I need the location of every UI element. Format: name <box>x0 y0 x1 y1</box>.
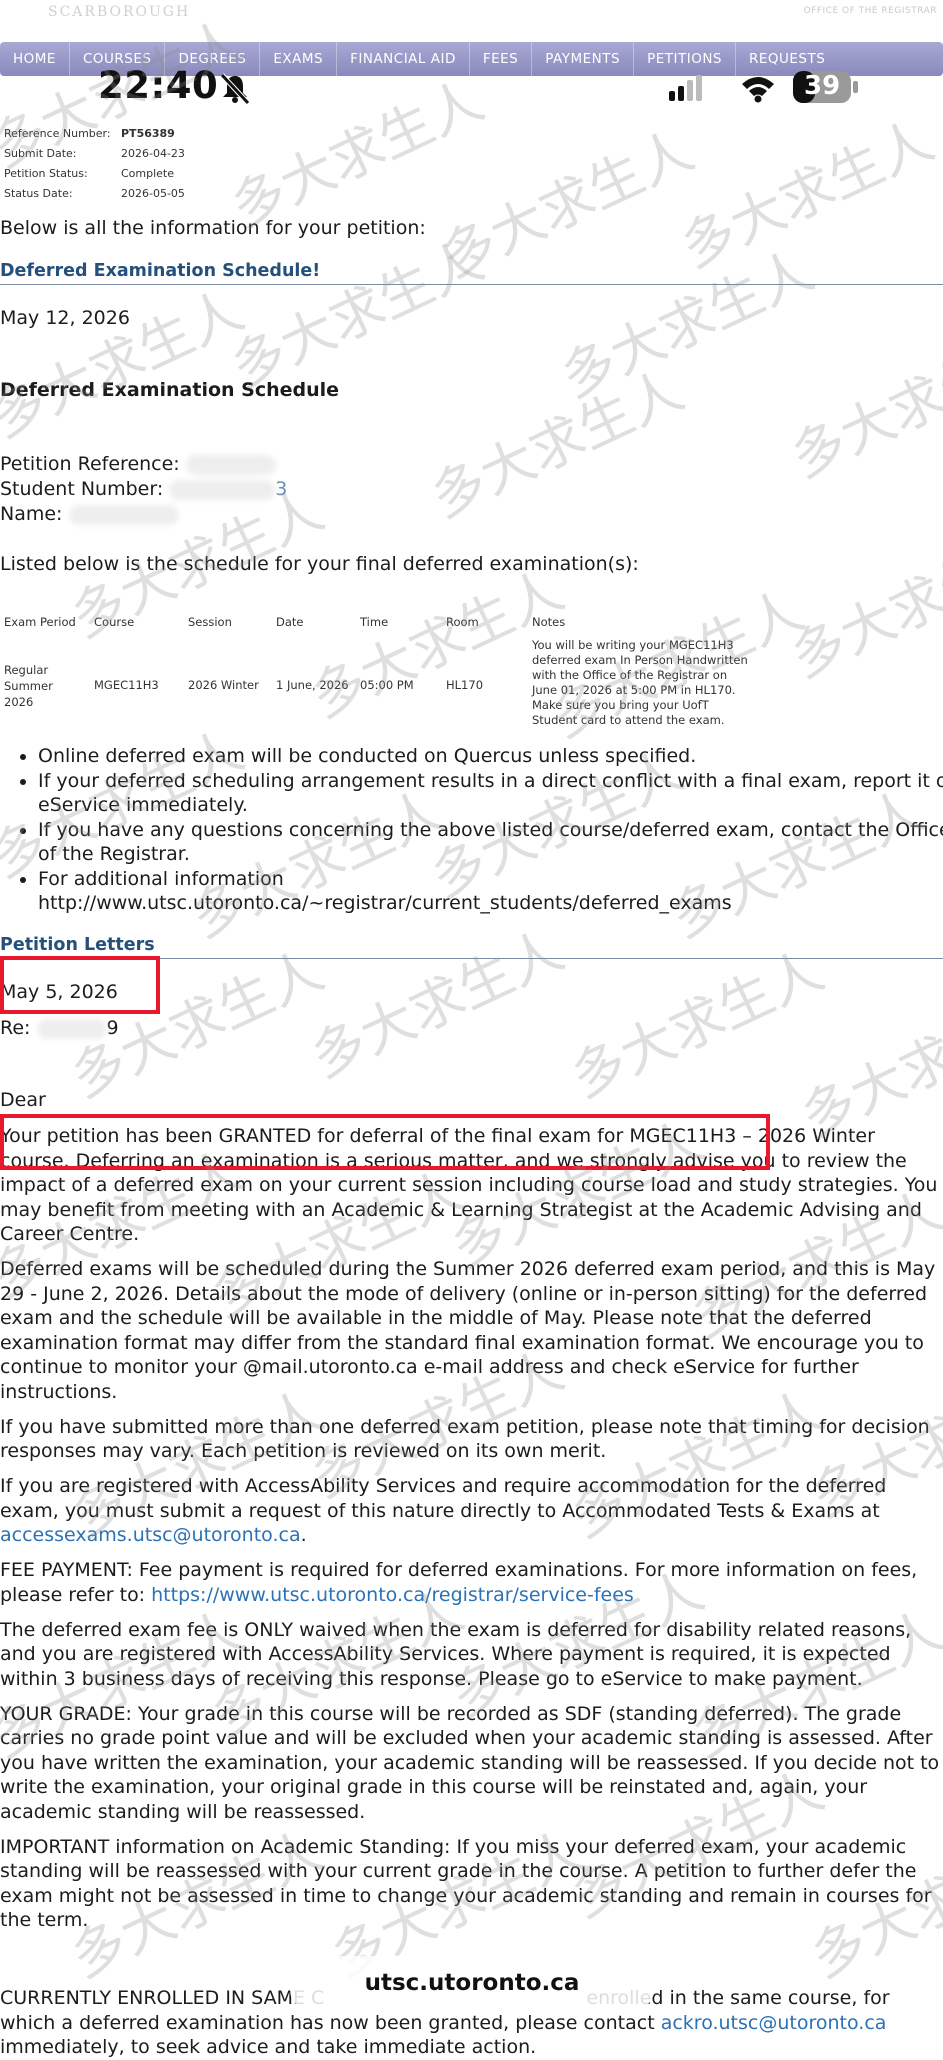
email-link[interactable]: accessexams.utsc@utoronto.ca <box>0 1524 301 1546</box>
paragraph-text: If you are registered with AccessAbility… <box>0 1475 887 1522</box>
table-cell: HL170 <box>446 678 484 692</box>
section-divider <box>0 284 943 285</box>
table-header: Exam Period <box>4 615 76 629</box>
email-link[interactable]: ackro.utsc@utoronto.ca <box>661 2012 887 2034</box>
office-title: OFFICE OF THE REGISTRAR <box>803 6 937 16</box>
name-label: Name: <box>0 503 63 525</box>
deferred-date: May 12, 2026 <box>0 307 130 329</box>
watermark: 多大求生人 <box>421 358 693 530</box>
wifi-icon <box>742 77 774 103</box>
watermark: 多大求生人 <box>551 238 823 410</box>
status-time: 22:40 <box>98 64 219 107</box>
info-value: Complete <box>121 167 175 180</box>
site-header: SCARBOROUGH OFFICE OF THE REGISTRAR <box>0 0 943 40</box>
table-cell: 1 June, 2026 <box>276 678 349 692</box>
table-header: Time <box>360 615 389 629</box>
student-number: Student Number: 3 <box>0 477 287 502</box>
letter-paragraph: If you have submitted more than one defe… <box>0 1415 930 1463</box>
list-item: For additional information http://www.ut… <box>38 867 943 916</box>
watermark: 多大求生人 <box>0 278 253 450</box>
table-cell: 2026 Winter <box>188 678 259 692</box>
letters-section-title: Petition Letters <box>0 935 155 955</box>
letter-body: Your petition has been GRANTED for defer… <box>0 1124 940 1943</box>
info-row: Submit Date: 2026-04-23 <box>4 144 185 164</box>
battery-percent: 39 <box>804 71 841 101</box>
table-header: Date <box>276 615 304 629</box>
cellular-signal-icon <box>669 75 702 101</box>
intro-text: Below is all the information for your pe… <box>0 217 426 239</box>
highlight-box <box>0 956 160 1014</box>
battery-indicator: 39 <box>792 68 860 106</box>
letter-paragraph: Deferred exams will be scheduled during … <box>0 1258 936 1403</box>
petition-reference-label: Petition Reference: <box>0 453 180 475</box>
paragraph-text: immediately, to seek advice and take imm… <box>0 2036 537 2058</box>
watermark: 多大求生人 <box>221 228 493 400</box>
paragraph-text: contact <box>583 2011 655 2034</box>
student-number-label: Student Number: <box>0 478 164 500</box>
info-row: Petition Status: Complete <box>4 164 185 184</box>
watermark: 多大求生人 <box>671 108 943 280</box>
info-value: 2026-04-23 <box>121 147 185 160</box>
fees-link[interactable]: https://www.utsc.utoronto.ca/registrar/s… <box>151 1584 634 1606</box>
redacted-blur <box>36 1018 107 1039</box>
list-item: If your deferred scheduling arrangement … <box>38 769 943 818</box>
petition-reference: Petition Reference: <box>0 452 276 477</box>
table-cell: Regular Summer 2026 <box>4 663 53 709</box>
info-row: Status Date: 2026-05-05 <box>4 184 185 204</box>
listed-text: Listed below is the schedule for your fi… <box>0 553 639 575</box>
redacted-blur <box>185 454 276 475</box>
list-item: If you have any questions concerning the… <box>38 818 943 867</box>
table-cell: MGEC11H3 <box>94 678 159 692</box>
redacted-blur <box>68 504 179 525</box>
site-logo[interactable]: SCARBOROUGH <box>48 4 190 20</box>
watermark: 多大求生人 <box>781 318 943 490</box>
petition-info: Reference Number: PT56389 Submit Date: 2… <box>4 124 185 204</box>
url-bar[interactable]: utsc.utoronto.ca <box>290 1956 654 2010</box>
bell-muted-icon <box>220 73 250 105</box>
deferred-section-title: Deferred Examination Schedule! <box>0 261 321 281</box>
watermark: 多大求生人 <box>431 118 703 290</box>
letter-paragraph: The deferred exam fee is ONLY waived whe… <box>0 1618 912 1690</box>
student-name: Name: <box>0 502 179 527</box>
deferred-info-list: Online deferred exam will be conducted o… <box>10 744 943 916</box>
info-label: Reference Number: <box>4 127 111 140</box>
list-item: Online deferred exam will be conducted o… <box>38 744 943 769</box>
table-header: Notes <box>532 615 566 629</box>
status-bar: 22:40 39 <box>0 60 943 110</box>
info-label: Petition Status: <box>4 167 88 180</box>
student-number-visible: 3 <box>275 478 288 500</box>
letter-paragraph: IMPORTANT information on Academic Standi… <box>0 1835 932 1932</box>
letter-salutation: Dear <box>0 1089 46 1111</box>
letter-paragraph: FEE PAYMENT: Fee payment is required for… <box>0 1558 940 1607</box>
letter-paragraph: YOUR GRADE: Your grade in this course wi… <box>0 1702 940 1823</box>
table-cell-notes: You will be writing your MGEC11H3 deferr… <box>532 638 748 727</box>
redacted-blur <box>169 479 276 500</box>
table-header: Room <box>446 615 479 629</box>
watermark: 多大求生人 <box>561 938 833 1110</box>
re-label: Re: <box>0 1017 31 1039</box>
letter-re: Re: 9 <box>0 1016 119 1041</box>
re-visible: 9 <box>106 1017 119 1039</box>
deferred-heading: Deferred Examination Schedule <box>0 379 340 401</box>
highlight-box <box>0 1114 770 1170</box>
paragraph-text: CURRENTLY ENROLLED IN SAME C <box>0 1987 325 2009</box>
watermark: 多大求生人 <box>781 518 943 690</box>
watermark: 多大求生人 <box>301 918 573 1090</box>
table-header: Session <box>188 615 232 629</box>
info-value: PT56389 <box>121 127 175 140</box>
table-header: Course <box>94 615 135 629</box>
info-row: Reference Number: PT56389 <box>4 124 185 144</box>
info-label: Status Date: <box>4 187 73 200</box>
table-cell: 05:00 PM <box>360 678 414 692</box>
info-value: 2026-05-05 <box>121 187 185 200</box>
info-label: Submit Date: <box>4 147 77 160</box>
letter-paragraph: If you are registered with AccessAbility… <box>0 1475 887 1546</box>
